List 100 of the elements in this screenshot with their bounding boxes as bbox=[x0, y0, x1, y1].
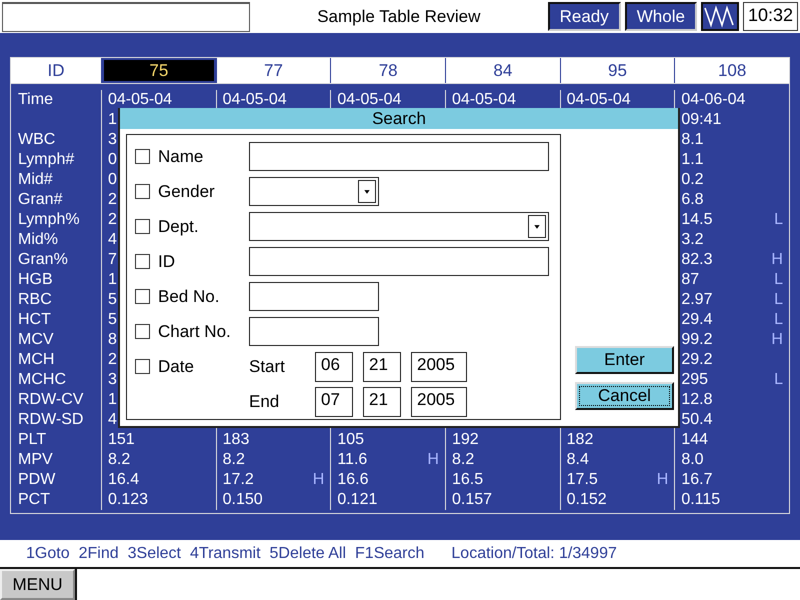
cell-value: 17.2 bbox=[222, 471, 254, 489]
cell-value: 5 bbox=[108, 291, 117, 309]
cell-value: 04-05-04 bbox=[566, 91, 631, 109]
cell-value: 04-05-04 bbox=[222, 91, 287, 109]
cell-value: 8.2 bbox=[452, 451, 474, 469]
column-header[interactable]: 75 bbox=[103, 60, 214, 81]
cell-value: 4 bbox=[108, 411, 117, 429]
column-header[interactable]: 77 bbox=[216, 58, 330, 83]
menu-button[interactable]: MENU bbox=[0, 569, 75, 600]
cell-value: 1.1 bbox=[681, 151, 704, 169]
checkbox[interactable] bbox=[135, 219, 150, 234]
cell-value: 50.4 bbox=[681, 411, 712, 429]
flag-label: H bbox=[771, 251, 783, 269]
dialog-button[interactable]: Enter bbox=[575, 346, 674, 374]
cell-value: 192 bbox=[452, 431, 479, 449]
dialog-title: Search bbox=[120, 108, 678, 129]
column-header[interactable]: 84 bbox=[444, 58, 560, 83]
cell-value: 7 bbox=[108, 251, 117, 269]
date-label: Start bbox=[249, 356, 286, 376]
cell-value: 0.2 bbox=[681, 171, 704, 189]
row-label: PDW bbox=[18, 471, 56, 489]
checkbox[interactable] bbox=[135, 324, 150, 339]
input-field[interactable] bbox=[249, 282, 379, 311]
cell-value: 16.6 bbox=[337, 471, 368, 489]
cell-value: 5 bbox=[108, 311, 117, 329]
cell-value: 2 bbox=[108, 211, 117, 229]
input-field[interactable] bbox=[249, 142, 549, 171]
status-indicator: Ready bbox=[548, 2, 621, 31]
cell-value: 14.5 bbox=[681, 211, 712, 229]
dialog-button[interactable]: Cancel bbox=[575, 382, 674, 410]
cell-value: 182 bbox=[566, 431, 594, 449]
row-label: Lymph% bbox=[18, 211, 80, 229]
cell-value: 16.7 bbox=[681, 471, 712, 489]
cell-value: 17.5 bbox=[566, 471, 598, 489]
cell-value: 105 bbox=[337, 431, 364, 449]
criterion-label: Gender bbox=[158, 182, 216, 202]
cell-value: 0.121 bbox=[337, 491, 378, 509]
dropdown-field[interactable] bbox=[249, 177, 379, 206]
flag-label: L bbox=[774, 371, 783, 389]
flag-label: H bbox=[771, 331, 783, 349]
flag-label: L bbox=[774, 271, 783, 289]
location-total: Location/Total: 1/34997 bbox=[451, 544, 617, 562]
column-header[interactable]: 95 bbox=[560, 58, 674, 83]
criterion-label: Chart No. bbox=[158, 322, 232, 342]
date-field[interactable]: 21 bbox=[363, 352, 401, 382]
criterion-label: ID bbox=[158, 252, 176, 272]
row-label: PCT bbox=[18, 491, 50, 509]
shortcut-hint: 2Find bbox=[78, 544, 119, 562]
cell-value: 1 bbox=[108, 111, 117, 129]
checkbox[interactable] bbox=[135, 184, 150, 199]
flag-label: L bbox=[774, 211, 783, 229]
checkbox[interactable] bbox=[135, 289, 150, 304]
date-field[interactable]: 21 bbox=[363, 386, 401, 416]
row-label: RDW-CV bbox=[18, 391, 84, 409]
flag-label: L bbox=[774, 291, 783, 309]
cell-value: 12.8 bbox=[681, 391, 712, 409]
date-field[interactable]: 07 bbox=[315, 386, 353, 416]
row-label: Time bbox=[18, 91, 53, 109]
row-label: HCT bbox=[18, 311, 51, 329]
cell-value: 144 bbox=[681, 431, 708, 449]
cell-value: 16.5 bbox=[452, 471, 484, 489]
criterion-label: Name bbox=[158, 146, 204, 166]
row-label: Mid% bbox=[18, 231, 58, 249]
cell-value: 04-05-04 bbox=[452, 91, 516, 109]
date-field[interactable]: 06 bbox=[315, 352, 353, 382]
criterion-label: Date bbox=[158, 356, 195, 378]
cell-value: 16.4 bbox=[108, 471, 140, 489]
cell-value: 09:41 bbox=[681, 111, 722, 129]
row-label: RBC bbox=[18, 291, 52, 309]
cell-value: 0 bbox=[108, 171, 117, 189]
cell-value: 183 bbox=[222, 431, 250, 449]
row-label: Gran# bbox=[18, 191, 62, 209]
flag-label: H bbox=[427, 451, 439, 469]
cell-value: 29.4 bbox=[681, 311, 712, 329]
date-field[interactable]: 2005 bbox=[411, 352, 467, 382]
checkbox[interactable] bbox=[135, 359, 150, 374]
cell-value: 0 bbox=[108, 151, 117, 169]
status-indicator: Whole bbox=[624, 2, 697, 31]
checkbox[interactable] bbox=[135, 149, 150, 164]
column-header[interactable]: 108 bbox=[674, 58, 789, 83]
column-header: ID bbox=[11, 58, 101, 83]
cell-value: 8.0 bbox=[681, 451, 704, 469]
input-field[interactable] bbox=[249, 247, 549, 276]
cell-value: 4 bbox=[108, 231, 117, 249]
cell-value: 0.115 bbox=[681, 491, 720, 509]
cell-value: 8.2 bbox=[108, 451, 130, 469]
cell-value: 2 bbox=[108, 191, 117, 209]
input-field[interactable] bbox=[249, 317, 379, 346]
cell-value: 29.2 bbox=[681, 351, 712, 369]
row-label: RDW-SD bbox=[18, 411, 84, 429]
checkbox[interactable] bbox=[135, 254, 150, 269]
cell-value: 11.6 bbox=[337, 451, 368, 469]
cell-value: 8.2 bbox=[222, 451, 245, 469]
column-header[interactable]: 78 bbox=[330, 58, 445, 83]
dropdown-field[interactable] bbox=[249, 212, 549, 241]
date-field[interactable]: 2005 bbox=[411, 386, 467, 416]
screen-title: Sample Table Review bbox=[316, 6, 482, 26]
cell-value: 8 bbox=[108, 331, 117, 349]
shortcut-hint: F1Search bbox=[355, 544, 424, 562]
date-label: End bbox=[249, 392, 280, 412]
